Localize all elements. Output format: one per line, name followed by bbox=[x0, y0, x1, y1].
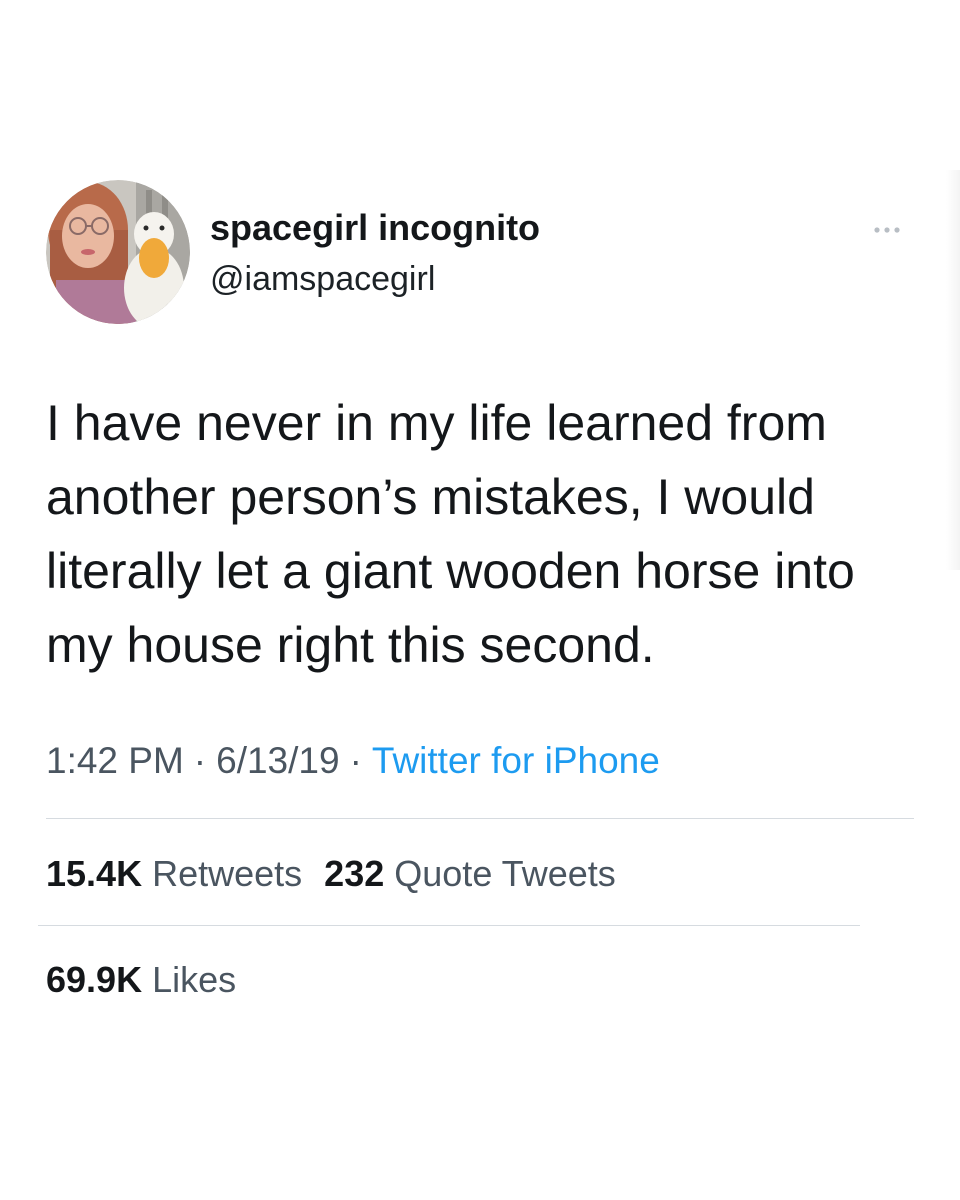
quote-tweets-count: 232 bbox=[324, 853, 385, 894]
meta-separator: · bbox=[349, 740, 362, 781]
tweet-card: spacegirl incognito @iamspacegirl I have… bbox=[0, 0, 960, 1200]
more-options-icon bbox=[874, 227, 900, 233]
tweet-source-link[interactable]: Twitter for iPhone bbox=[372, 740, 660, 781]
page-edge-shadow bbox=[946, 170, 960, 570]
tweet-time[interactable]: 1:42 PM bbox=[46, 740, 184, 781]
author-handle[interactable]: @iamspacegirl bbox=[210, 258, 435, 300]
divider bbox=[38, 925, 860, 926]
divider bbox=[46, 818, 914, 819]
likes-count: 69.9K bbox=[46, 959, 143, 1000]
likes-stats-row: 69.9K Likes bbox=[46, 958, 258, 1002]
likes-stat[interactable]: 69.9K Likes bbox=[46, 959, 236, 1000]
quote-tweets-stat[interactable]: 232 Quote Tweets bbox=[324, 853, 616, 894]
retweets-label: Retweets bbox=[152, 853, 303, 894]
author-avatar[interactable] bbox=[46, 180, 190, 324]
author-display-name[interactable]: spacegirl incognito bbox=[210, 206, 540, 250]
meta-separator: · bbox=[193, 740, 207, 781]
engagement-stats-row: 15.4K Retweets 232 Quote Tweets bbox=[46, 852, 638, 896]
quote-tweets-label: Quote Tweets bbox=[394, 853, 616, 894]
tweet-metadata: 1:42 PM · 6/13/19 · Twitter for iPhone bbox=[46, 738, 660, 784]
avatar-photo-icon bbox=[46, 180, 190, 324]
retweets-count: 15.4K bbox=[46, 853, 143, 894]
likes-label: Likes bbox=[152, 959, 237, 1000]
tweet-date[interactable]: 6/13/19 bbox=[216, 740, 339, 781]
retweets-stat[interactable]: 15.4K Retweets bbox=[46, 853, 302, 894]
tweet-text: I have never in my life learned from ano… bbox=[46, 395, 855, 673]
more-options-button[interactable] bbox=[862, 212, 912, 248]
